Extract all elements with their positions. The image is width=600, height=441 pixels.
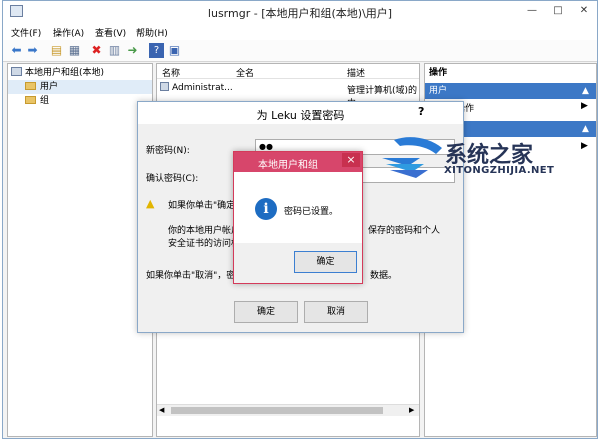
delete-icon[interactable]: ✖	[89, 43, 104, 58]
dialog-title: 为 Leku 设置密码	[256, 109, 345, 122]
warning-text-tail: 件，保存的密码和个人	[350, 226, 441, 236]
dialog-cancel-button[interactable]: 取消	[304, 301, 368, 323]
tree-item-label: 组	[40, 96, 50, 106]
column-name[interactable]: 名称	[162, 66, 180, 79]
confirm-password-label: 确认密码(C):	[146, 174, 199, 184]
horizontal-scrollbar[interactable]: ◀ ▶	[157, 404, 419, 416]
tree-item-users[interactable]: 用户	[8, 80, 152, 94]
new-password-label: 新密码(N):	[146, 146, 190, 156]
column-description[interactable]: 描述	[347, 66, 365, 79]
row-name: Administrat...	[172, 83, 233, 93]
actions-header: 操作	[429, 68, 448, 78]
computer-icon	[11, 67, 22, 76]
actions-section-users[interactable]: 用户 ▲	[425, 83, 596, 99]
message-ok-button[interactable]: 确定	[294, 251, 357, 273]
menu-action[interactable]: 操作(A)	[53, 26, 84, 39]
tree-root-label: 本地用户和组(本地)	[25, 68, 105, 78]
info-icon: i	[255, 198, 277, 220]
tree-root[interactable]: 本地用户和组(本地)	[8, 66, 152, 80]
watermark-logo	[382, 137, 442, 178]
collapse-up-icon: ▲	[582, 86, 589, 96]
collapse-up-icon: ▲	[582, 124, 589, 134]
folder-icon	[25, 82, 36, 90]
folder-icon	[25, 96, 36, 104]
maximize-button[interactable]: □	[545, 3, 571, 19]
submenu-arrow-icon[interactable]: ▶	[581, 141, 588, 151]
tree-item-groups[interactable]: 组	[8, 94, 152, 108]
warning-icon: ▲	[146, 197, 155, 210]
export-list-icon[interactable]: ➜	[125, 43, 140, 58]
table-row[interactable]: Administrat... 管理计算机(域)的内	[160, 82, 418, 109]
tree-item-label: 用户	[40, 82, 59, 92]
menu-file[interactable]: 文件(F)	[11, 26, 41, 39]
window-title: lusrmgr - [本地用户和组(本地)\用户]	[207, 7, 393, 20]
dialog-title-bar: 为 Leku 设置密码 ?	[138, 102, 463, 124]
dialog-ok-button[interactable]: 确定	[234, 301, 298, 323]
actions-section-label: 用户	[429, 86, 448, 96]
warning-text: 如果你单击"确定	[168, 201, 236, 211]
message-footer: 确定	[234, 243, 362, 283]
menu-bar: 文件(F) 操作(A) 查看(V) 帮助(H)	[3, 23, 597, 40]
close-window-button[interactable]: ✕	[571, 3, 597, 19]
help-icon[interactable]: ?	[149, 43, 164, 58]
toolbar: ⬅ ➡ ▤ ▦ ✖ ▥ ➜ ? ▣	[3, 40, 597, 62]
show-hide-tree-icon[interactable]: ▦	[67, 43, 82, 58]
cancel-note: 如果你单击"取消"，密	[146, 271, 236, 281]
message-box: 本地用户和组 × i 密码已设置。 确定	[233, 151, 363, 284]
scroll-thumb[interactable]	[171, 407, 383, 414]
up-folder-icon[interactable]: ▤	[49, 43, 64, 58]
menu-view[interactable]: 查看(V)	[95, 26, 126, 39]
title-bar: lusrmgr - [本地用户和组(本地)\用户] — □ ✕	[3, 1, 597, 23]
actions-more[interactable]: 多操作▶	[447, 101, 595, 114]
action-pane-icon[interactable]: ▣	[167, 43, 182, 58]
message-title-bar: 本地用户和组 ×	[234, 152, 362, 172]
watermark-subtext: XITONGZHIJIA.NET	[444, 165, 555, 176]
properties-icon[interactable]: ▥	[107, 43, 122, 58]
scroll-right-icon[interactable]: ▶	[409, 406, 414, 414]
message-text: 密码已设置。	[284, 207, 339, 217]
column-header: 名称 全名 描述	[157, 64, 419, 79]
info-paragraph-2: 安全证书的访问权	[168, 239, 241, 249]
submenu-arrow-icon: ▶	[581, 101, 588, 111]
back-arrow-icon[interactable]: ⬅	[9, 43, 24, 58]
tree-pane: 本地用户和组(本地) 用户 组	[7, 63, 153, 437]
user-icon	[160, 82, 169, 91]
scroll-left-icon[interactable]: ◀	[159, 406, 164, 414]
dialog-help-button[interactable]: ?	[418, 105, 424, 118]
message-title: 本地用户和组	[258, 160, 318, 171]
cancel-note-tail: 数据。	[370, 271, 398, 281]
forward-arrow-icon[interactable]: ➡	[25, 43, 40, 58]
message-close-button[interactable]: ×	[342, 153, 360, 167]
info-paragraph-1: 你的本地用户帐户	[168, 226, 241, 236]
minimize-button[interactable]: —	[519, 3, 545, 19]
menu-help[interactable]: 帮助(H)	[136, 26, 168, 39]
column-fullname[interactable]: 全名	[236, 66, 254, 79]
